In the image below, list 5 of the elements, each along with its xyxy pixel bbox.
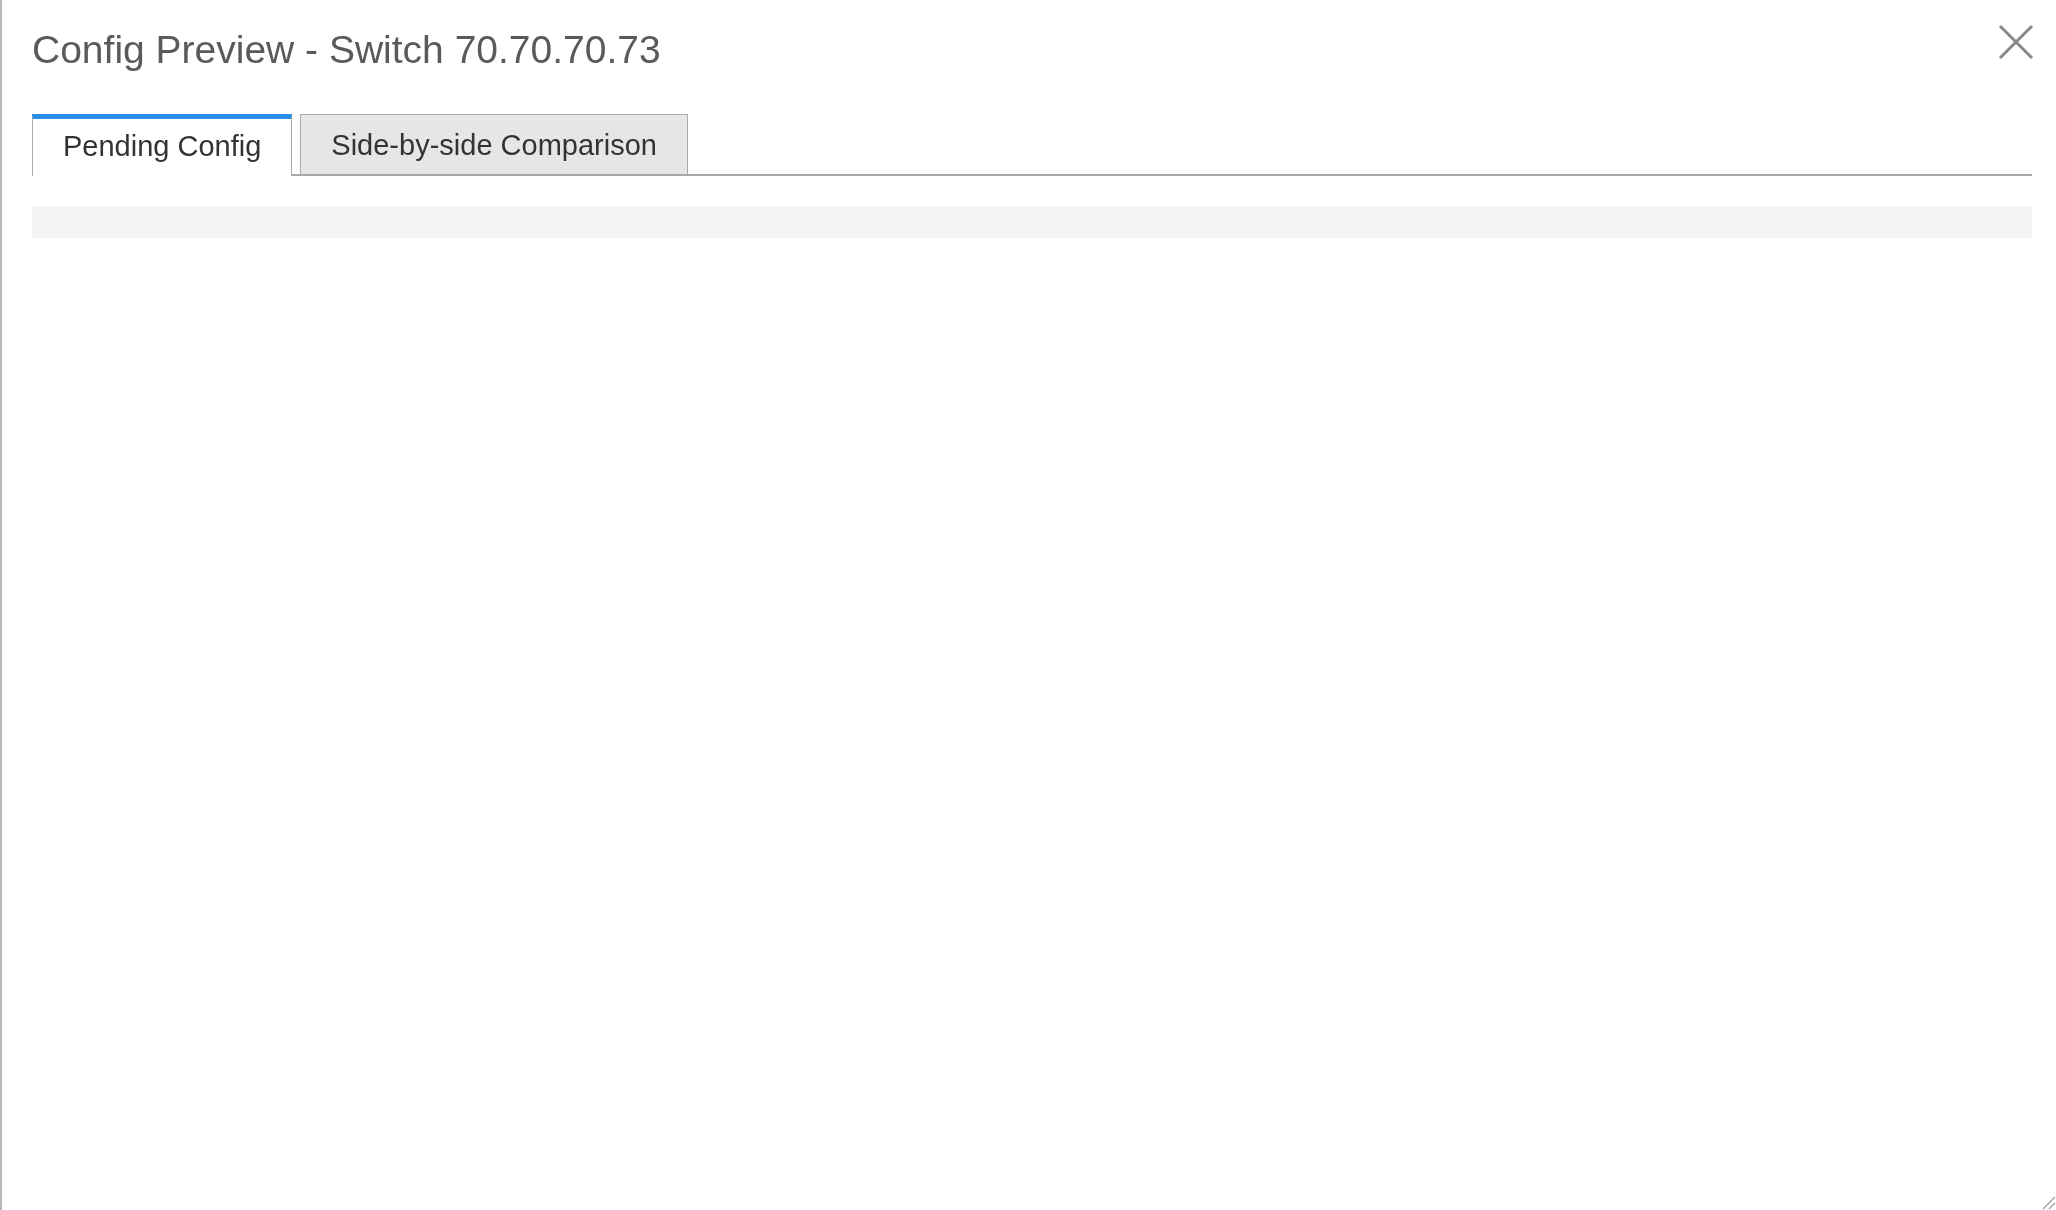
dialog-title: Config Preview - Switch 70.70.70.73 [32, 27, 661, 73]
tab[interactable]: Side-by-side Comparison [300, 114, 688, 174]
tab[interactable]: Pending Config [32, 114, 293, 176]
resize-grip-icon[interactable] [2042, 1196, 2056, 1210]
close-icon[interactable] [1998, 24, 2034, 60]
